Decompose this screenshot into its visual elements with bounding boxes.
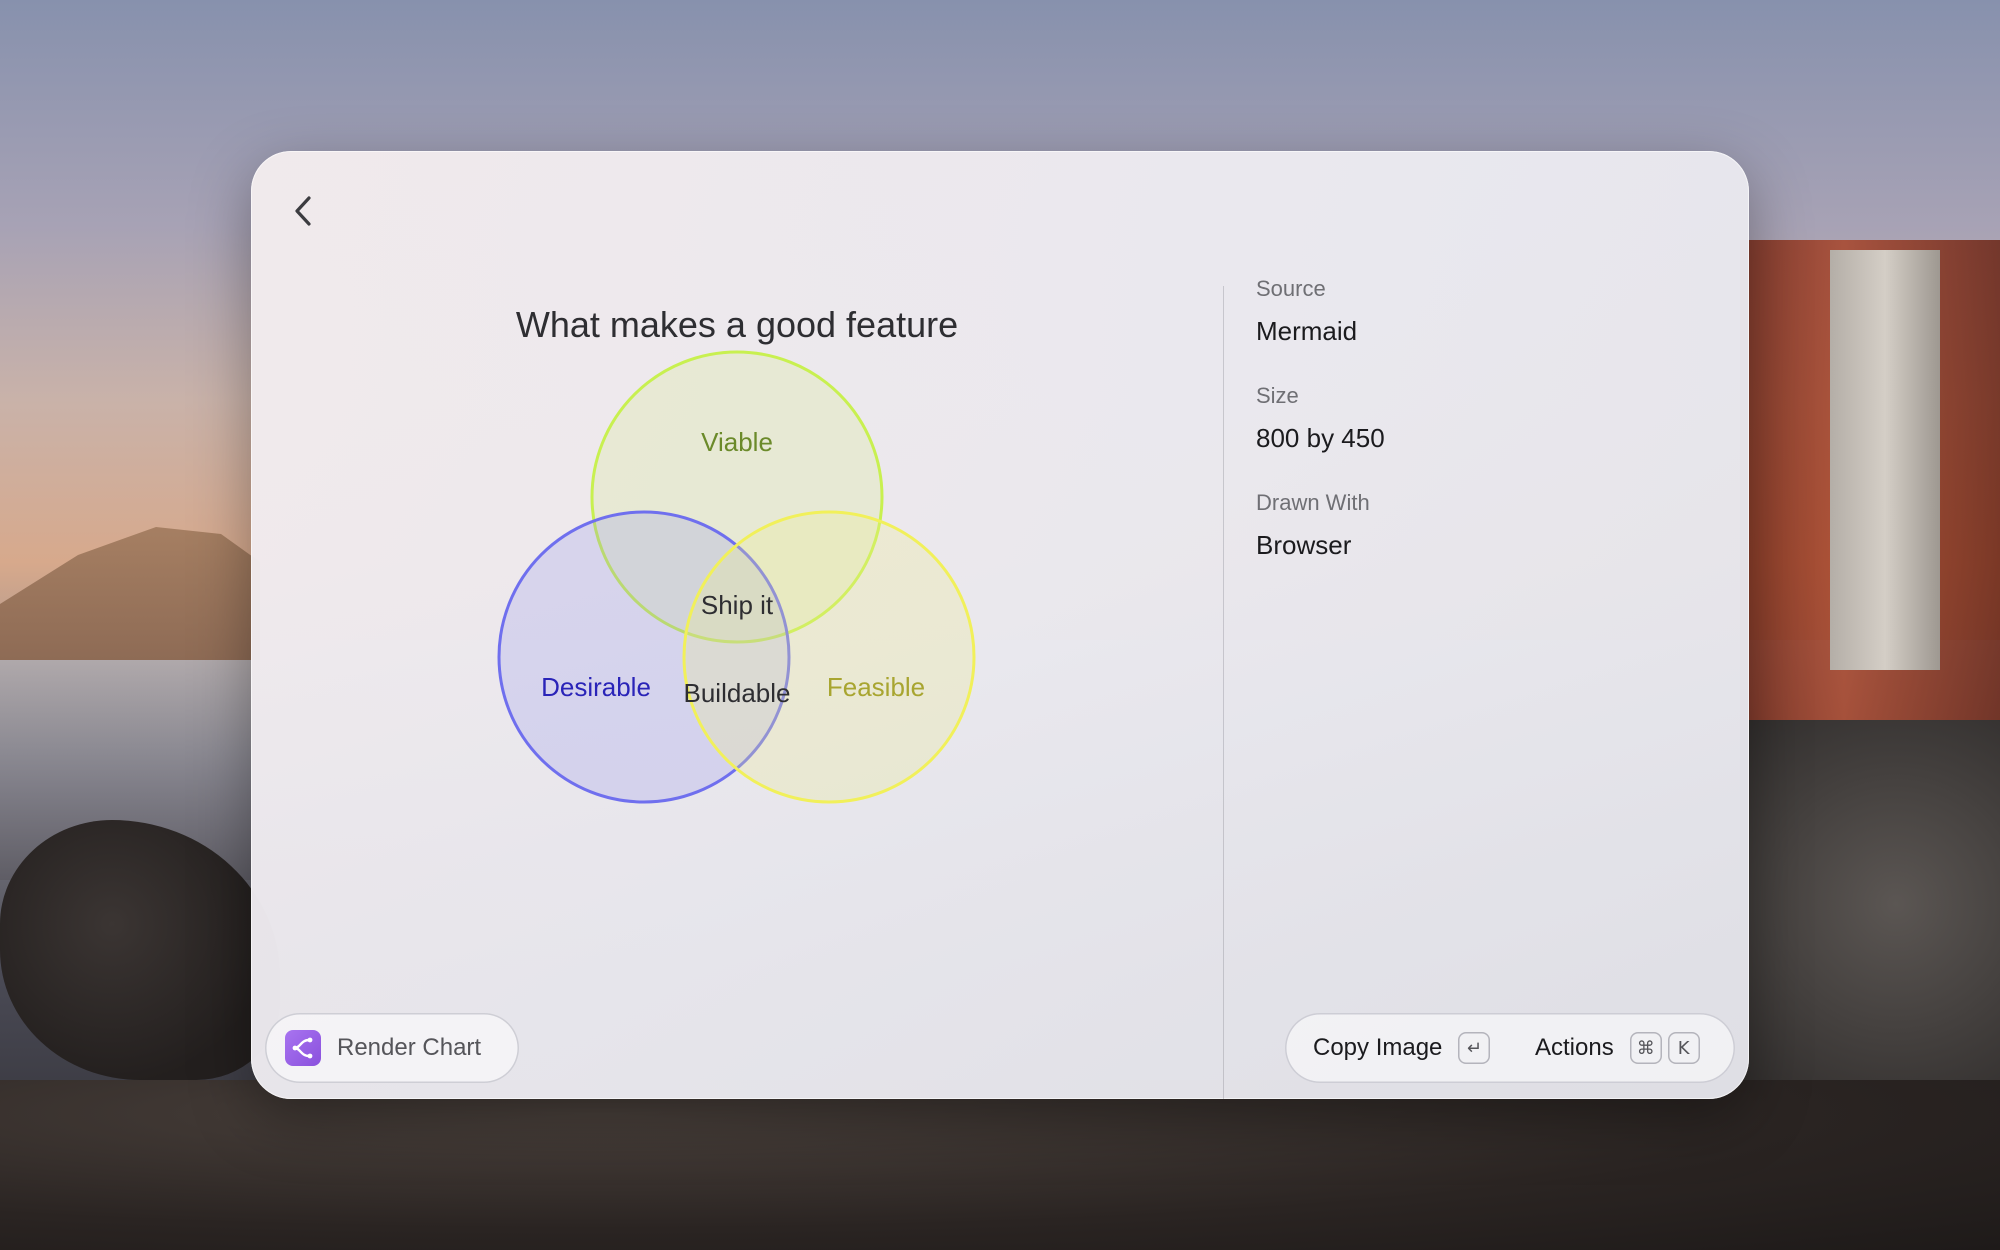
meta-size-value: 800 by 450 bbox=[1256, 423, 1385, 453]
chart-preview-window: What makes a good feature Viable Desirab… bbox=[251, 151, 1749, 1099]
venn-label-desirable: Desirable bbox=[541, 672, 651, 702]
copy-image-label: Copy Image bbox=[1313, 1034, 1443, 1061]
venn-label-ship-it: Ship it bbox=[701, 590, 774, 620]
wallpaper-bridge-tower bbox=[1830, 250, 1940, 670]
copy-image-button[interactable]: Copy Image ↵ bbox=[1313, 1013, 1490, 1083]
render-chart-icon bbox=[285, 1030, 321, 1066]
meta-source: Source Mermaid bbox=[1256, 276, 1696, 347]
venn-circle-feasible bbox=[682, 510, 976, 804]
panel-divider bbox=[1223, 286, 1224, 1099]
meta-drawn-value: Browser bbox=[1256, 530, 1352, 560]
venn-label-viable: Viable bbox=[701, 427, 773, 457]
meta-size-label: Size bbox=[1256, 383, 1299, 408]
enter-key-icon: ↵ bbox=[1458, 1032, 1490, 1064]
render-chart-button[interactable]: Render Chart bbox=[265, 1013, 519, 1083]
meta-source-value: Mermaid bbox=[1256, 316, 1358, 346]
chart-area: What makes a good feature Viable Desirab… bbox=[251, 151, 1223, 1099]
meta-drawn-with: Drawn With Browser bbox=[1256, 490, 1696, 561]
actions-button[interactable]: Actions ⌘ K bbox=[1535, 1013, 1700, 1083]
meta-drawn-label: Drawn With bbox=[1256, 490, 1370, 515]
k-key-icon: K bbox=[1668, 1032, 1700, 1064]
chart-title: What makes a good feature bbox=[516, 304, 958, 345]
command-key-icon: ⌘ bbox=[1630, 1032, 1662, 1064]
venn-diagram: What makes a good feature Viable Desirab… bbox=[497, 304, 976, 804]
meta-source-label: Source bbox=[1256, 276, 1326, 301]
actions-label: Actions bbox=[1535, 1034, 1614, 1061]
action-bar: Copy Image ↵ Actions ⌘ K bbox=[1285, 1013, 1735, 1083]
meta-size: Size 800 by 450 bbox=[1256, 383, 1696, 454]
venn-label-feasible: Feasible bbox=[827, 672, 925, 702]
venn-label-buildable: Buildable bbox=[684, 678, 791, 708]
render-chart-label: Render Chart bbox=[337, 1034, 482, 1061]
metadata-panel: Source Mermaid Size 800 by 450 Drawn Wit… bbox=[1256, 276, 1696, 597]
wallpaper-rocks-bottom bbox=[0, 1080, 2000, 1250]
